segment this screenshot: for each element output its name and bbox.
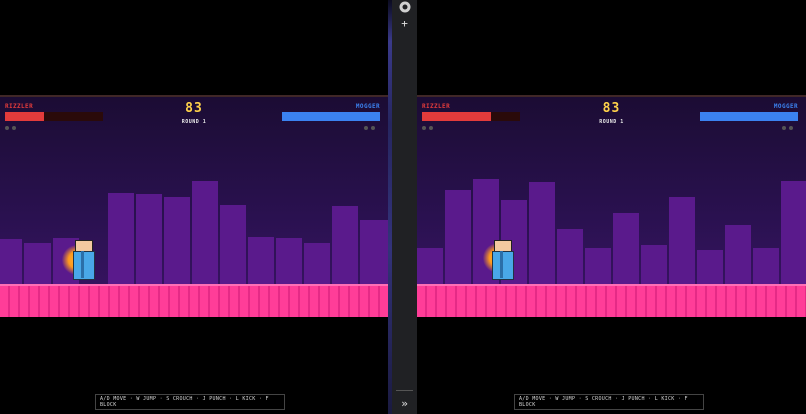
building [417, 248, 443, 284]
building [192, 181, 218, 284]
stage-floor [0, 284, 388, 317]
building [276, 238, 302, 284]
player2-round-pips [364, 126, 375, 130]
extension-icon[interactable] [396, 0, 413, 16]
plus-icon[interactable]: + [396, 16, 413, 32]
game-view-left[interactable]: RIZZLER 83 ROUND 1 MOGGER A/D MOVE · W J… [0, 0, 388, 414]
game-view-right[interactable]: RIZZLER 83 ROUND 1 MOGGER A/D MOVE · W J… [417, 0, 806, 414]
stage: RIZZLER 83 ROUND 1 MOGGER [0, 95, 388, 317]
player2-health-fill [700, 112, 798, 121]
stage-floor [417, 284, 806, 317]
building [248, 237, 274, 284]
controls-help: A/D MOVE · W JUMP · S CROUCH · J PUNCH ·… [95, 394, 285, 410]
player2-round-pips [782, 126, 793, 130]
player2-name: MOGGER [355, 103, 380, 110]
stage-divider [417, 95, 806, 97]
building [24, 243, 51, 284]
player2-health-bar [700, 112, 798, 121]
building [332, 206, 358, 284]
fighter-player1 [72, 240, 95, 280]
building [164, 197, 190, 284]
double-chevron-right-icon[interactable]: » [396, 396, 413, 412]
side-panel: + » [388, 0, 417, 414]
fighter-player1 [491, 240, 514, 280]
sidebar-divider [396, 390, 413, 391]
player1-round-pips [422, 126, 433, 130]
building [529, 182, 555, 284]
building [669, 197, 695, 284]
building [220, 205, 246, 284]
player2-health-bar [282, 112, 380, 121]
player1-round-pips [5, 126, 16, 130]
building [136, 194, 162, 284]
player2-health-fill [282, 112, 380, 121]
building [641, 245, 667, 284]
controls-help: A/D MOVE · W JUMP · S CROUCH · J PUNCH ·… [514, 394, 704, 410]
building [557, 229, 583, 284]
building [697, 250, 723, 284]
building [108, 193, 134, 284]
building [360, 220, 388, 284]
stage: RIZZLER 83 ROUND 1 MOGGER [417, 95, 806, 317]
building [781, 181, 806, 284]
building [445, 190, 471, 284]
building [753, 248, 779, 284]
building [613, 213, 639, 284]
building [0, 239, 22, 284]
stage-divider [0, 95, 388, 97]
building [725, 225, 751, 284]
building [585, 248, 611, 284]
player2-name: MOGGER [773, 103, 798, 110]
building [304, 243, 330, 284]
